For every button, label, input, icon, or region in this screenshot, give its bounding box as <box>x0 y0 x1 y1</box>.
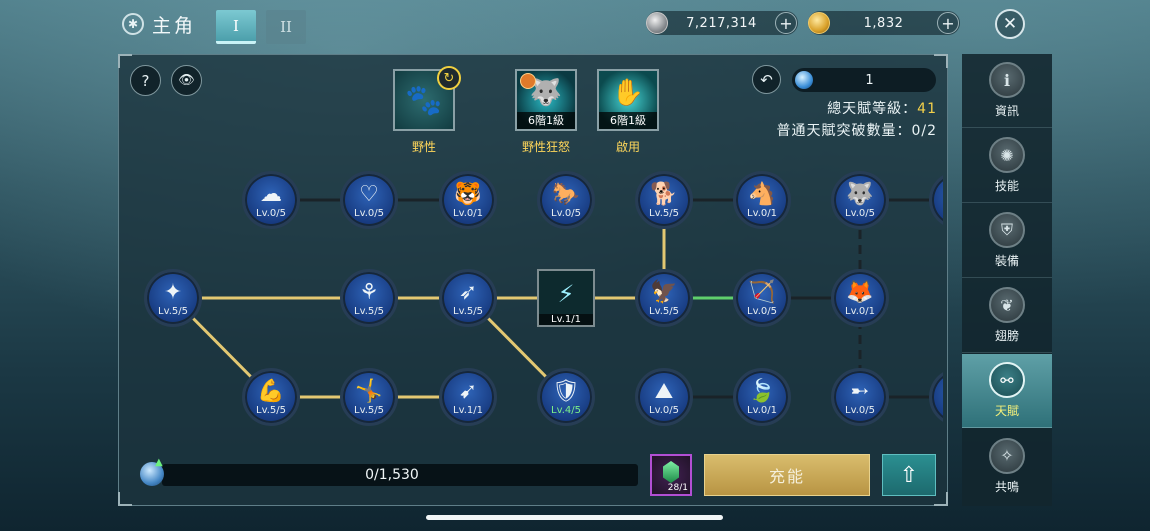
talent-node-12[interactable]: 🦅 Lv.5/5 <box>635 269 693 327</box>
talent-4-icon: 🐎 <box>552 182 580 207</box>
sidebar-item-equipment[interactable]: ⛨ 裝備 <box>962 204 1052 278</box>
talent-6-icon: 🐴 <box>748 182 776 207</box>
talent-3-level: Lv.0/1 <box>453 208 483 219</box>
talent-node-2[interactable]: ♡ Lv.0/5 <box>340 171 398 229</box>
talent-12-icon: 🦅 <box>650 280 678 305</box>
sidebar-label-resonance: 共鳴 <box>994 479 1019 494</box>
green-crystal-icon <box>663 461 679 483</box>
talent-2-icon: ♡ <box>359 182 379 207</box>
talent-13-level: Lv.0/5 <box>747 306 777 317</box>
wing-icon: ❦ <box>989 287 1025 323</box>
talent-node-18[interactable]: 🛡 Lv.4/5 <box>537 368 595 426</box>
sidebar-label-wings: 翅膀 <box>994 329 1019 343</box>
upgrade-button[interactable]: ⇧ <box>882 454 936 496</box>
talent-node-offscreen-1[interactable] <box>929 171 943 229</box>
info-icon: ℹ <box>989 62 1025 98</box>
armor-icon: ⛨ <box>989 212 1025 248</box>
talent-19-level: Lv.0/5 <box>649 405 679 416</box>
material-count: 28/1 <box>667 483 688 493</box>
sidebar-item-resonance[interactable]: ✧ 共鳴 <box>962 429 1052 503</box>
talent-18-level: Lv.4/5 <box>551 405 581 416</box>
talent-21-icon: ➸ <box>850 379 870 404</box>
talent-8-icon: ✦ <box>163 280 183 305</box>
sparkle-icon: ✧ <box>989 437 1025 474</box>
talent-node-17[interactable]: ➹ Lv.1/1 <box>439 368 497 426</box>
talent-node-21[interactable]: ➸ Lv.0/5 <box>831 368 889 426</box>
talent-9-level: Lv.5/5 <box>354 306 384 317</box>
talent-8-level: Lv.5/5 <box>158 306 188 317</box>
talent-17-icon: ➹ <box>458 379 478 404</box>
talent-14-level: Lv.0/1 <box>845 306 875 317</box>
talent-12-level: Lv.5/5 <box>649 306 679 317</box>
talent-20-icon: 🍃 <box>748 379 776 404</box>
talent-node-20[interactable]: 🍃 Lv.0/1 <box>733 368 791 426</box>
talent-10-icon: ➶ <box>458 280 478 305</box>
talent-21-level: Lv.0/5 <box>845 405 875 416</box>
talent-node-14[interactable]: 🦊 Lv.0/1 <box>831 269 889 327</box>
talent-14-icon: 🦊 <box>846 280 874 305</box>
talent-2-level: Lv.0/5 <box>354 208 384 219</box>
talent-node-10[interactable]: ➶ Lv.5/5 <box>439 269 497 327</box>
talent-node-4[interactable]: 🐎 Lv.0/5 <box>537 171 595 229</box>
sidebar-item-talent[interactable]: ⚯ 天賦 <box>962 354 1052 428</box>
talent-xp-text: 0/1,530 <box>365 467 419 483</box>
talent-20-level: Lv.0/1 <box>747 405 777 416</box>
talent-node-7[interactable]: 🐺 Lv.0/5 <box>831 171 889 229</box>
talent-node-19[interactable]: ⛰ Lv.0/5 <box>635 368 693 426</box>
sidebar-label-equipment: 裝備 <box>994 254 1019 268</box>
talent-node-6[interactable]: 🐴 Lv.0/1 <box>733 171 791 229</box>
talent-7-icon: 🐺 <box>846 182 874 207</box>
sidebar-label-info: 資訊 <box>994 104 1019 118</box>
talent-node-15[interactable]: 💪 Lv.5/5 <box>242 368 300 426</box>
talent-node-offscreen-2[interactable] <box>929 368 943 426</box>
talent-5-icon: 🐕 <box>650 182 678 207</box>
talent-1-level: Lv.0/5 <box>256 208 286 219</box>
sidebar-item-info[interactable]: ℹ 資訊 <box>962 54 1052 128</box>
talent-13-icon: 🏹 <box>748 280 776 305</box>
talent-18-icon: 🛡 <box>552 379 580 404</box>
talent-11-icon: ⚡ <box>557 279 575 308</box>
talent-node-5[interactable]: 🐕 Lv.5/5 <box>635 171 693 229</box>
talent-17-level: Lv.1/1 <box>453 405 483 416</box>
talent-19-icon: ⛰ <box>654 379 674 404</box>
talent-10-level: Lv.5/5 <box>453 306 483 317</box>
sidebar-item-wings[interactable]: ❦ 翅膀 <box>962 279 1052 353</box>
sidebar-label-talent: 天賦 <box>994 404 1019 418</box>
charge-button[interactable]: 充能 <box>704 454 870 496</box>
talent-7-level: Lv.0/5 <box>845 208 875 219</box>
talent-node-8[interactable]: ✦ Lv.5/5 <box>144 269 202 327</box>
talent-node-11[interactable]: ⚡ Lv.1/1 <box>537 269 595 327</box>
talent-node-16[interactable]: 🤸 Lv.5/5 <box>340 368 398 426</box>
sidebar-label-skills: 技能 <box>994 179 1019 193</box>
talent-1-icon: ☁ <box>260 182 282 207</box>
talent-node-3[interactable]: 🐯 Lv.0/1 <box>439 171 497 229</box>
talent-6-level: Lv.0/1 <box>747 208 777 219</box>
material-item-slot[interactable]: 28/1 <box>650 454 692 496</box>
share-nodes-icon: ⚯ <box>989 362 1025 398</box>
talent-16-level: Lv.5/5 <box>354 405 384 416</box>
talent-15-level: Lv.5/5 <box>256 405 286 416</box>
talent-5-level: Lv.5/5 <box>649 208 679 219</box>
talent-11-level: Lv.1/1 <box>539 314 593 325</box>
home-indicator[interactable] <box>426 515 723 520</box>
sidebar-item-skills[interactable]: ✺ 技能 <box>962 129 1052 203</box>
skill-icon: ✺ <box>989 137 1025 173</box>
talent-3-icon: 🐯 <box>454 182 482 207</box>
talent-15-icon: 💪 <box>257 379 285 404</box>
talent-node-1[interactable]: ☁ Lv.0/5 <box>242 171 300 229</box>
talent-node-13[interactable]: 🏹 Lv.0/5 <box>733 269 791 327</box>
talent-9-icon: ⚘ <box>359 280 379 305</box>
talent-4-level: Lv.0/5 <box>551 208 581 219</box>
talent-node-9[interactable]: ⚘ Lv.5/5 <box>340 269 398 327</box>
talent-16-icon: 🤸 <box>355 379 383 404</box>
